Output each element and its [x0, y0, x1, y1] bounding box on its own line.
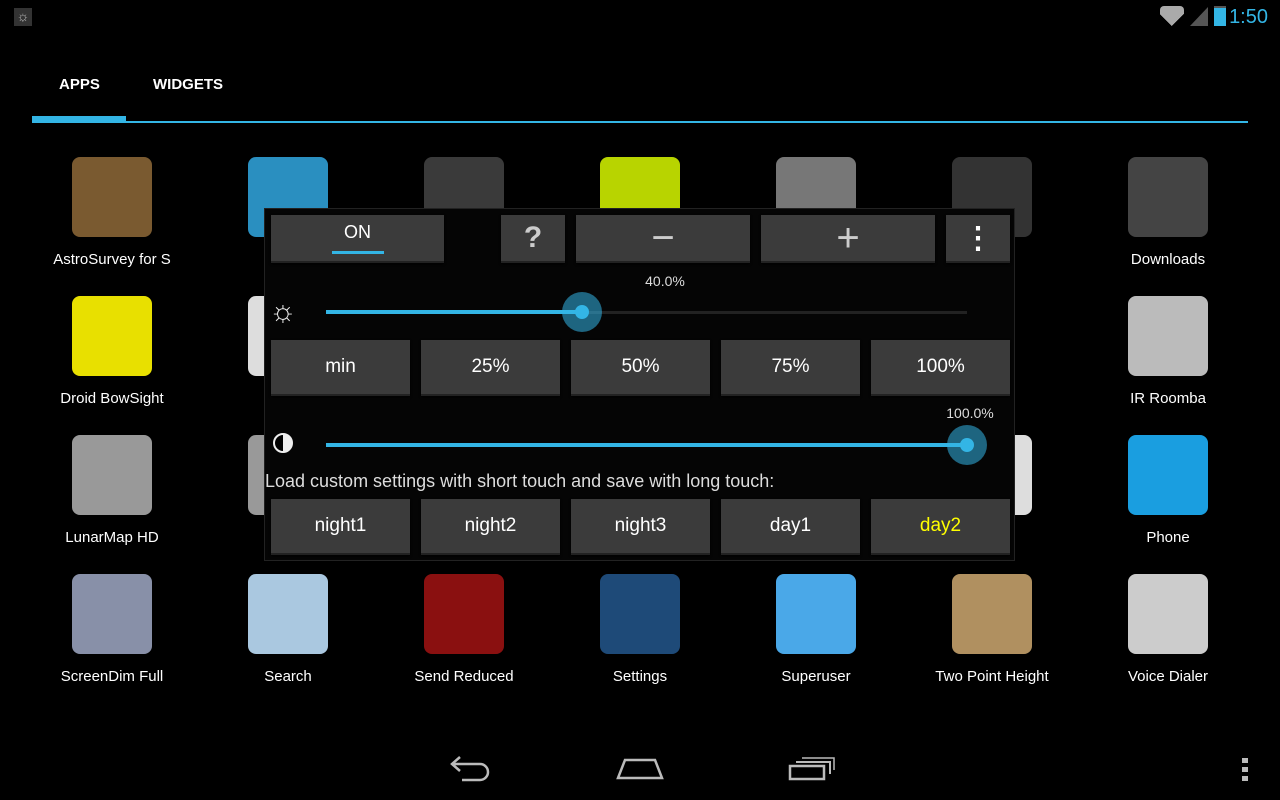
- menu-icon[interactable]: [1242, 758, 1248, 782]
- app-label: AstroSurvey for S: [53, 251, 171, 268]
- custom-button-night1[interactable]: night1: [271, 499, 410, 555]
- phone-icon: [1128, 435, 1208, 515]
- roomba-icon: [1128, 296, 1208, 376]
- app-screendim-full[interactable]: ScreenDim Full: [24, 574, 200, 685]
- preset-button-75pct[interactable]: 75%: [721, 340, 860, 396]
- contrast-slider-thumb[interactable]: [947, 425, 987, 465]
- plus-button[interactable]: +: [761, 215, 935, 263]
- battery-icon: [1214, 6, 1226, 26]
- app-search[interactable]: Search: [200, 574, 376, 685]
- app-label: Phone: [1146, 529, 1190, 546]
- brightness-slider-thumb[interactable]: [562, 292, 603, 332]
- app-astrosurvey-for-s[interactable]: AstroSurvey for S: [24, 157, 200, 268]
- on-toggle-button[interactable]: ON: [271, 215, 444, 263]
- app-label: Droid BowSight: [60, 390, 164, 407]
- custom-button-night2[interactable]: night2: [421, 499, 560, 555]
- app-label: Two Point Height: [935, 668, 1049, 685]
- recents-icon[interactable]: [788, 756, 836, 782]
- preset-button-100pct[interactable]: 100%: [871, 340, 1010, 396]
- screen-dim-dialog: ON ? − + ⋮ ☼ 40.0% min 25% 50% 75% 100% 100.…: [264, 208, 1015, 561]
- custom-button-night3[interactable]: night3: [571, 499, 710, 555]
- app-two-point-height[interactable]: Two Point Height: [904, 574, 1080, 685]
- gear-icon: [72, 574, 152, 654]
- signal-icon: [1190, 7, 1208, 26]
- bow-icon: [72, 296, 152, 376]
- brightness-slider[interactable]: [326, 292, 967, 332]
- preset-button-min[interactable]: min: [271, 340, 410, 396]
- app-ir-roomba[interactable]: IR Roomba: [1080, 296, 1256, 407]
- quadrant-icon: [952, 574, 1032, 654]
- overflow-menu-button[interactable]: ⋮: [946, 215, 1010, 263]
- moon-icon: [72, 435, 152, 515]
- tab-apps[interactable]: APPS: [59, 76, 100, 93]
- app-label: ScreenDim Full: [60, 668, 164, 685]
- download-icon: [1128, 157, 1208, 237]
- wifi-icon: [1160, 6, 1184, 26]
- app-lunarmap-hd[interactable]: LunarMap HD: [24, 435, 200, 546]
- on-indicator: [331, 251, 384, 254]
- back-icon[interactable]: [448, 754, 492, 782]
- status-time: 1:50: [1229, 6, 1268, 28]
- app-label: Voice Dialer: [1127, 668, 1209, 685]
- app-label: Search: [264, 668, 312, 685]
- app-label: Downloads: [1130, 251, 1206, 268]
- contrast-icon: [273, 433, 293, 453]
- sun-icon: ☼: [269, 295, 297, 328]
- app-phone[interactable]: Phone: [1080, 435, 1256, 546]
- custom-settings-hint: Load custom settings with short touch an…: [265, 471, 775, 491]
- nebula-icon: [72, 157, 152, 237]
- lens-icon: [424, 574, 504, 654]
- app-label: Send Reduced: [414, 668, 514, 685]
- tab-indicator: [32, 116, 126, 123]
- voice-dialer-icon: [1128, 574, 1208, 654]
- tab-divider: [32, 121, 1248, 123]
- app-label: Superuser: [781, 668, 851, 685]
- app-label: LunarMap HD: [65, 529, 159, 546]
- custom-button-day2[interactable]: day2: [871, 499, 1010, 555]
- search-icon: [248, 574, 328, 654]
- app-send-reduced[interactable]: Send Reduced: [376, 574, 552, 685]
- app-superuser[interactable]: Superuser: [728, 574, 904, 685]
- app-voice-dialer[interactable]: Voice Dialer: [1080, 574, 1256, 685]
- help-button[interactable]: ?: [501, 215, 565, 263]
- tab-widgets[interactable]: WIDGETS: [153, 76, 223, 93]
- app-label: Settings: [612, 668, 668, 685]
- brightness-value: 40.0%: [645, 273, 685, 289]
- custom-button-day1[interactable]: day1: [721, 499, 860, 555]
- app-label: IR Roomba: [1130, 390, 1206, 407]
- minus-button[interactable]: −: [576, 215, 750, 263]
- hash-icon: [776, 574, 856, 654]
- settings-icon: [600, 574, 680, 654]
- app-downloads[interactable]: Downloads: [1080, 157, 1256, 268]
- home-icon[interactable]: [615, 756, 665, 782]
- contrast-value: 100.0%: [946, 405, 994, 421]
- app-settings[interactable]: Settings: [552, 574, 728, 685]
- notification-brightness-icon: ☼: [14, 8, 32, 26]
- preset-button-50pct[interactable]: 50%: [571, 340, 710, 396]
- app-droid-bowsight[interactable]: Droid BowSight: [24, 296, 200, 407]
- preset-button-25pct[interactable]: 25%: [421, 340, 560, 396]
- contrast-slider[interactable]: [326, 425, 987, 465]
- on-label: ON: [344, 222, 371, 242]
